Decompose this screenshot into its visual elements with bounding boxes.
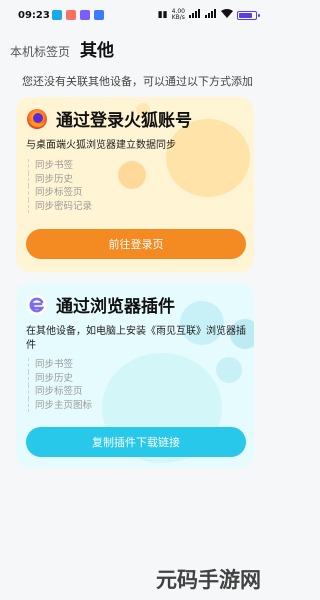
list-item: 同步密码记录: [28, 199, 92, 213]
feature-list: 同步书签 同步历史 同步标签页 同步密码记录: [28, 159, 92, 213]
notification-app-icon: [52, 10, 62, 20]
notification-app-icon: [94, 10, 104, 20]
battery-icon: [237, 10, 260, 20]
list-item: 同步主页图标: [28, 398, 92, 412]
card-description: 在其他设备，如电脑上安装《雨见互联》浏览器插件: [26, 326, 246, 351]
wifi-icon: [221, 9, 233, 21]
card-header: 通过登录火狐账号: [26, 106, 192, 131]
browser-plugin-card: 通过浏览器插件 在其他设备，如电脑上安装《雨见互联》浏览器插件 同步书签 同步历…: [16, 283, 254, 468]
notification-app-icon: [66, 10, 76, 20]
site-watermark: 元码手游网: [156, 567, 261, 592]
browser-plugin-logo-icon: [26, 294, 48, 316]
card-header: 通过浏览器插件: [26, 292, 175, 317]
notification-app-icon: [80, 10, 90, 20]
list-item: 同步标签页: [28, 186, 92, 200]
tab-local-tabs[interactable]: 本机标签页: [10, 43, 70, 60]
page-header: 本机标签页 其他: [10, 36, 114, 61]
feature-list: 同步书签 同步历史 同步标签页 同步主页图标: [28, 358, 92, 412]
firefox-account-card: 通过登录火狐账号 与桌面端火狐浏览器建立数据同步 同步书签 同步历史 同步标签页…: [16, 97, 254, 272]
firefox-logo-icon: [26, 108, 48, 130]
page-title: 其他: [80, 41, 115, 61]
go-to-login-button[interactable]: 前往登录页: [26, 229, 246, 259]
decor-blob: [216, 357, 242, 383]
network-speed: 4.00 KB/s: [171, 8, 185, 21]
list-item: 同步历史: [28, 172, 92, 186]
status-time: 09:23: [18, 10, 50, 21]
card-title: 通过浏览器插件: [56, 297, 175, 317]
card-description: 与桌面端火狐浏览器建立数据同步: [26, 140, 176, 151]
list-item: 同步书签: [28, 159, 92, 173]
vibrate-icon: ▮▮: [157, 10, 168, 20]
list-item: 同步标签页: [28, 385, 92, 399]
signal-icon: [205, 9, 217, 21]
copy-plugin-link-button[interactable]: 复制插件下载链接: [26, 427, 246, 457]
status-bar: 09:23 ▮▮ 4.00 KB/s: [0, 0, 271, 30]
card-title: 通过登录火狐账号: [56, 111, 192, 131]
intro-text: 您还没有关联其他设备，可以通过以下方式添加: [22, 75, 253, 88]
decor-blob: [118, 161, 146, 189]
list-item: 同步历史: [28, 371, 92, 385]
signal-icon: [189, 9, 201, 21]
list-item: 同步书签: [28, 358, 92, 372]
